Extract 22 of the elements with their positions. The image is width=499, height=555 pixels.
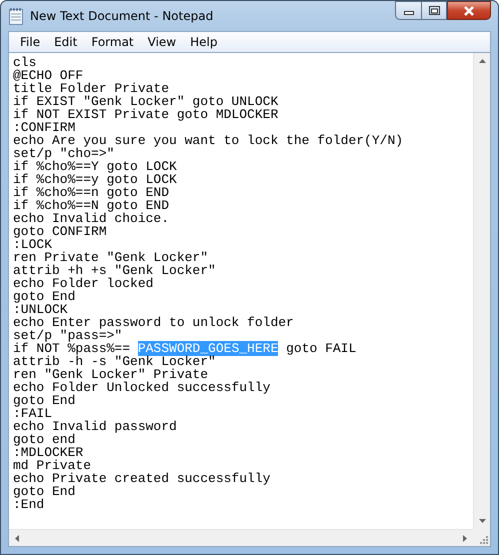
close-button[interactable] — [447, 1, 491, 20]
maximize-button[interactable] — [421, 1, 447, 20]
selected-text: PASSWORD_GOES_HERE — [138, 341, 278, 356]
menu-item[interactable]: Edit — [47, 33, 84, 51]
code-text: if NOT %pass%== — [13, 341, 130, 356]
up-arrow-icon[interactable] — [478, 59, 486, 63]
size-grip-icon[interactable] — [478, 534, 488, 544]
menu-item[interactable]: Format — [84, 33, 141, 51]
left-arrow-icon[interactable] — [15, 534, 19, 542]
vertical-scrollbar[interactable] — [473, 53, 490, 529]
right-arrow-icon[interactable] — [463, 534, 467, 542]
close-icon — [463, 6, 475, 16]
code-text: goto FAIL — [285, 341, 356, 356]
maximize-icon — [428, 6, 440, 15]
down-arrow-icon[interactable] — [478, 519, 486, 523]
notepad-icon — [8, 7, 24, 25]
menu-item[interactable]: View — [140, 33, 184, 51]
menu-item[interactable]: Help — [183, 33, 224, 51]
minimize-button[interactable] — [395, 1, 421, 20]
menu-item[interactable]: File — [13, 33, 48, 51]
horizontal-scrollbar[interactable] — [9, 529, 473, 546]
window-title: New Text Document - Notepad — [30, 8, 214, 25]
